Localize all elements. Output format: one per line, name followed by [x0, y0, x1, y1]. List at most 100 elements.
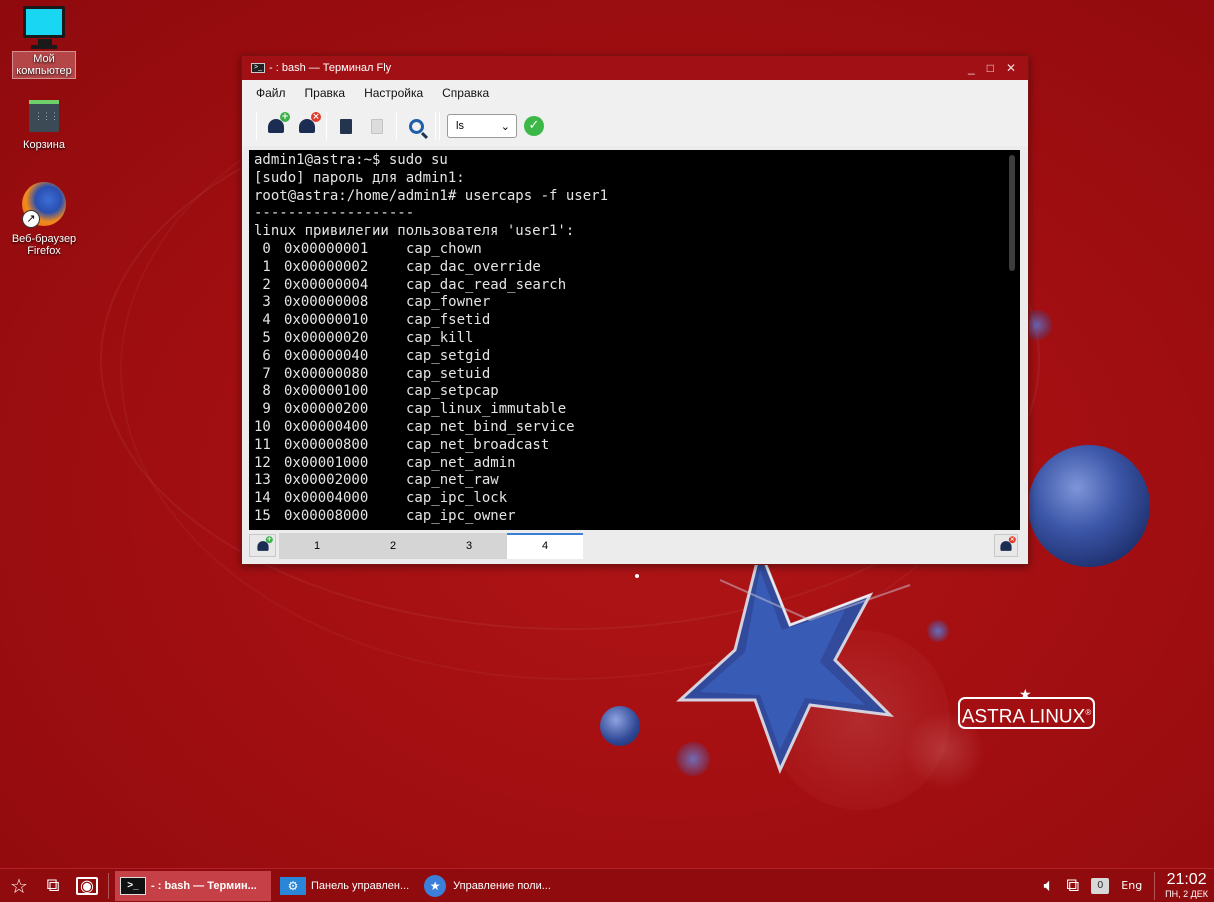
- shield-icon: ★: [421, 874, 449, 897]
- capability-mask: 0x00002000: [284, 472, 369, 489]
- capability-row: 14 0x00004000 cap_ipc_lock: [254, 490, 1020, 508]
- capability-row: 15 0x00008000 cap_ipc_owner: [254, 508, 1020, 526]
- capability-row: 7 0x00000080 cap_setuid: [254, 366, 1020, 384]
- copy-button[interactable]: [334, 114, 358, 138]
- clock[interactable]: 21:02 ПН, 2 ДЕК: [1154, 870, 1208, 900]
- menu-settings[interactable]: Настройка: [364, 86, 423, 100]
- command-combobox[interactable]: ls ⌄: [447, 114, 517, 138]
- capability-name: cap_chown: [406, 240, 482, 257]
- close-tab-button[interactable]: [994, 534, 1018, 557]
- capability-mask: 0x00001000: [284, 454, 369, 471]
- add-tab-button[interactable]: [249, 534, 276, 557]
- show-desktop-button[interactable]: ⧉: [38, 871, 68, 901]
- system-tray: 🔈︎ ⧉ 0 Eng 21:02 ПН, 2 ДЕК: [1044, 870, 1214, 900]
- capability-number: 5: [254, 329, 271, 346]
- maximize-button[interactable]: □: [987, 61, 994, 75]
- capability-row: 11 0x00000800 cap_net_broadcast: [254, 437, 1020, 455]
- notifications-badge[interactable]: 0: [1091, 877, 1110, 894]
- capability-row: 5 0x00000020 cap_kill: [254, 330, 1020, 348]
- terminal-line: [sudo] пароль для admin1:: [254, 169, 465, 186]
- taskbar-task-policy-manager[interactable]: ★ Управление поли...: [417, 871, 555, 901]
- capability-name: cap_net_admin: [406, 454, 516, 471]
- close-button[interactable]: ✕: [1006, 61, 1016, 75]
- capability-number: 13: [254, 472, 271, 489]
- logo-text: ASTRA LINUX: [961, 706, 1086, 728]
- task-label: - : bash — Термин...: [151, 879, 257, 892]
- capability-name: cap_ipc_lock: [406, 490, 508, 507]
- wallpaper-dot: [635, 574, 639, 578]
- capability-number: 1: [254, 258, 271, 275]
- taskbar-task-terminal[interactable]: >_ - : bash — Термин...: [115, 870, 271, 901]
- start-menu-button[interactable]: ☆: [4, 871, 34, 901]
- capability-row: 3 0x00000008 cap_fowner: [254, 294, 1020, 312]
- windows-icon: ⧉: [46, 875, 60, 896]
- tab-3[interactable]: 3: [431, 532, 507, 559]
- taskbar-task-control-panel[interactable]: ⚙ Панель управлен...: [275, 871, 413, 901]
- desktop-icon-trash[interactable]: Корзина: [2, 100, 86, 152]
- terminal-line: root@astra:/home/admin1# usercaps -f use…: [254, 187, 609, 204]
- paste-button[interactable]: [365, 114, 389, 138]
- capability-mask: 0x00000008: [284, 294, 369, 311]
- capability-name: cap_fowner: [406, 294, 491, 311]
- search-button[interactable]: [404, 114, 428, 138]
- menu-file[interactable]: Файл: [256, 86, 286, 100]
- capability-number: 14: [254, 490, 271, 507]
- minimize-button[interactable]: _: [968, 61, 975, 75]
- capability-mask: 0x00004000: [284, 490, 369, 507]
- menu-help[interactable]: Справка: [442, 86, 489, 100]
- desktop-icon-firefox[interactable]: Веб-браузерFirefox: [2, 182, 86, 258]
- terminal-scrollbar[interactable]: [1009, 155, 1015, 271]
- window-controls: _ □ ✕: [968, 61, 1028, 75]
- terminal-icon: >_: [251, 63, 265, 73]
- capability-row: 1 0x00000002 cap_dac_override: [254, 259, 1020, 277]
- capability-mask: 0x00000400: [284, 418, 369, 435]
- capability-number: 8: [254, 383, 271, 400]
- capability-mask: 0x00000800: [284, 436, 369, 453]
- close-session-icon: [299, 112, 321, 133]
- new-session-button[interactable]: [264, 112, 290, 138]
- computer-icon-base: [31, 45, 57, 49]
- tab-2[interactable]: 2: [355, 532, 431, 559]
- capability-name: cap_setuid: [406, 365, 491, 382]
- search-icon: [408, 118, 424, 134]
- toolbar-separator: [435, 112, 436, 140]
- taskbar: ☆ ⧉ ◉ >_ - : bash — Термин... ⚙ Панель у…: [0, 868, 1214, 902]
- new-session-icon: [268, 112, 290, 133]
- toolbar-separator: [256, 112, 257, 140]
- wallpaper-sphere: [600, 706, 640, 746]
- taskbar-separator: [108, 872, 109, 899]
- capability-mask: 0x00000020: [284, 329, 369, 346]
- clock-time: 21:02: [1166, 870, 1207, 888]
- star-icon: ☆: [10, 873, 28, 898]
- toolbar: ls ⌄ ✓: [242, 106, 1028, 146]
- new-session-icon: [256, 535, 273, 551]
- capability-name: cap_linux_immutable: [406, 401, 567, 418]
- toolbar-separator: [326, 112, 327, 140]
- capability-mask: 0x00000001: [284, 240, 369, 257]
- logo-registered-mark: ®: [1085, 708, 1092, 717]
- capability-number: 9: [254, 401, 271, 418]
- paste-icon: [371, 118, 383, 134]
- keyboard-layout[interactable]: Eng: [1121, 879, 1142, 892]
- terminal-output[interactable]: admin1@astra:~$ sudo su [sudo] пароль дл…: [249, 150, 1020, 530]
- close-session-button[interactable]: [295, 112, 321, 138]
- capability-row: 0 0x00000001 cap_chown: [254, 241, 1020, 259]
- desktop-switcher-button[interactable]: ◉: [72, 871, 102, 901]
- network-icon[interactable]: ⧉: [1066, 875, 1079, 896]
- run-command-button[interactable]: ✓: [524, 116, 544, 136]
- menu-edit[interactable]: Правка: [305, 86, 346, 100]
- toolbar-separator: [439, 112, 440, 140]
- astra-star-emblem: [676, 545, 911, 774]
- capability-name: cap_fsetid: [406, 312, 491, 329]
- capability-name: cap_ipc_owner: [406, 507, 516, 524]
- checkmark-icon: ✓: [528, 118, 540, 133]
- desktop-icon-my-computer[interactable]: Мой компьютер: [2, 6, 86, 79]
- capability-number: 6: [254, 347, 271, 364]
- task-label: Панель управлен...: [311, 879, 410, 892]
- tab-1[interactable]: 1: [279, 532, 355, 559]
- terminal-line: linux привилегии пользователя 'user1':: [254, 223, 575, 240]
- capability-mask: 0x00000040: [284, 347, 369, 364]
- window-titlebar[interactable]: >_ - : bash — Терминал Fly _ □ ✕: [242, 56, 1028, 80]
- tab-4[interactable]: 4: [507, 532, 583, 559]
- volume-icon[interactable]: 🔈︎: [1044, 875, 1055, 896]
